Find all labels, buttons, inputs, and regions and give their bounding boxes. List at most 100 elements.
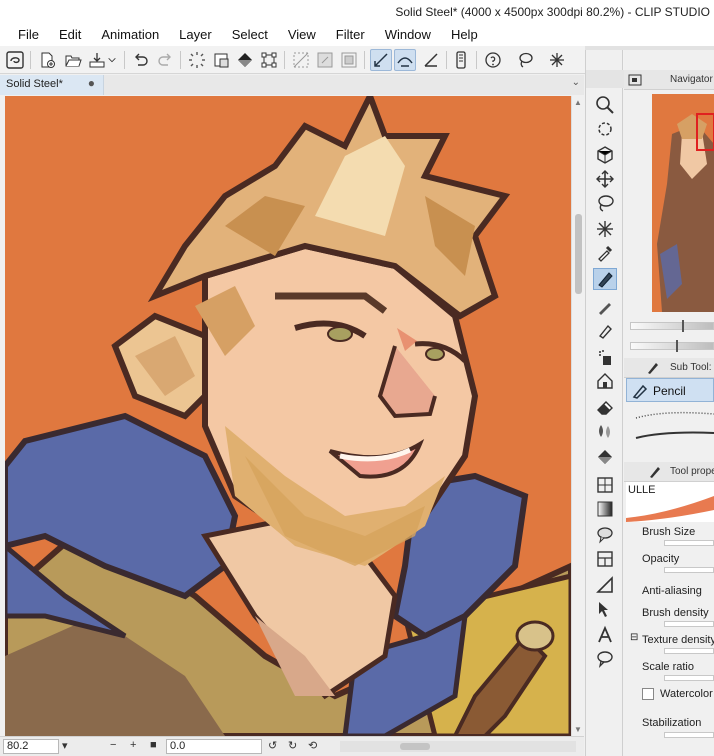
zoom-out-icon[interactable]: − bbox=[110, 739, 116, 751]
watercolor-checkbox[interactable] bbox=[642, 688, 654, 700]
menu-animation[interactable]: Animation bbox=[91, 24, 169, 46]
opacity-slider[interactable] bbox=[664, 567, 714, 573]
fill-selection-icon[interactable] bbox=[338, 49, 360, 71]
menu-edit[interactable]: Edit bbox=[49, 24, 91, 46]
text-tool-icon[interactable] bbox=[593, 624, 617, 646]
zoom-in-icon[interactable]: + bbox=[130, 739, 136, 751]
fill-tool-icon[interactable] bbox=[593, 446, 617, 468]
deselect-icon[interactable] bbox=[186, 49, 208, 71]
speech-balloon-tool-icon[interactable] bbox=[593, 648, 617, 670]
navigator-preview[interactable] bbox=[652, 94, 714, 312]
undo-icon[interactable] bbox=[130, 49, 152, 71]
scroll-down-icon[interactable]: ▼ bbox=[574, 725, 582, 734]
menu-filter[interactable]: Filter bbox=[326, 24, 375, 46]
scale-ratio-label: Scale ratio bbox=[642, 661, 694, 673]
lasso-icon[interactable] bbox=[514, 49, 536, 71]
navigator-rotate-knob[interactable] bbox=[676, 340, 678, 352]
subtool-pencil-item[interactable]: Pencil bbox=[626, 378, 714, 402]
canvas-status-bar: 80.2 ▾ − + ■ 0.0 ↺ ↻ ⟲ bbox=[0, 736, 584, 756]
drawing-canvas[interactable] bbox=[5, 96, 571, 736]
ruler-icon[interactable] bbox=[420, 49, 442, 71]
reset-rotation-icon[interactable]: ⟲ bbox=[308, 739, 317, 752]
canvas-horizontal-scrollbar[interactable] bbox=[340, 741, 576, 752]
rotation-field[interactable]: 0.0 bbox=[166, 739, 262, 754]
save-dropdown-chevron-icon[interactable] bbox=[106, 49, 118, 71]
clear-outside-icon[interactable] bbox=[314, 49, 336, 71]
blend-tool-icon[interactable] bbox=[593, 420, 617, 442]
scale-ratio-slider[interactable] bbox=[664, 675, 714, 681]
texture-density-label: Texture density bbox=[642, 634, 714, 646]
pen-tool-icon[interactable] bbox=[593, 268, 617, 290]
tool-property-icon bbox=[650, 467, 660, 478]
brush-size-slider[interactable] bbox=[664, 540, 714, 546]
transform-icon[interactable] bbox=[258, 49, 280, 71]
texture-toggle-icon[interactable]: ⊟ bbox=[630, 632, 638, 643]
window-title: Solid Steel* (4000 x 4500px 300dpi 80.2%… bbox=[395, 5, 710, 19]
clip-studio-window: Solid Steel* (4000 x 4500px 300dpi 80.2%… bbox=[0, 0, 714, 756]
help-icon[interactable] bbox=[482, 49, 504, 71]
navigator-rotate-slider[interactable] bbox=[630, 342, 714, 350]
brush-preview: ULLE bbox=[626, 482, 714, 522]
subtool-stroke-preview-2 bbox=[635, 431, 714, 439]
figure-tool-icon[interactable] bbox=[593, 498, 617, 520]
horizontal-scroll-thumb[interactable] bbox=[400, 743, 430, 750]
fill-icon[interactable] bbox=[234, 49, 256, 71]
scroll-up-icon[interactable]: ▲ bbox=[574, 98, 582, 107]
rotate-right-icon[interactable]: ↻ bbox=[288, 739, 297, 752]
fit-icon[interactable]: ■ bbox=[150, 739, 157, 751]
ruler-tool-icon[interactable] bbox=[593, 574, 617, 596]
airbrush-tool-icon[interactable] bbox=[593, 346, 617, 368]
menu-select[interactable]: Select bbox=[222, 24, 278, 46]
texture-density-slider[interactable] bbox=[664, 648, 714, 654]
menu-file[interactable]: File bbox=[8, 24, 49, 46]
navigator-zoom-slider[interactable] bbox=[630, 322, 714, 330]
clear-icon[interactable] bbox=[210, 49, 232, 71]
smartphone-icon[interactable] bbox=[450, 49, 472, 71]
operation-tool-icon[interactable] bbox=[593, 598, 617, 620]
menu-layer[interactable]: Layer bbox=[169, 24, 222, 46]
zoom-slider-icon[interactable]: ▾ bbox=[62, 739, 68, 752]
document-tab[interactable]: Solid Steel* ● bbox=[0, 75, 104, 95]
save-icon[interactable] bbox=[86, 49, 108, 71]
sparkle-icon[interactable] bbox=[546, 49, 568, 71]
zoom-field[interactable]: 80.2 bbox=[3, 739, 59, 754]
stabilize-icon[interactable] bbox=[370, 49, 392, 71]
subtool-panel-header: Sub Tool: bbox=[624, 358, 714, 378]
tab-list-chevron-icon[interactable]: ⌄ bbox=[572, 77, 580, 88]
tool-property-title: Tool prope bbox=[670, 466, 714, 477]
stabilization-slider[interactable] bbox=[664, 732, 714, 738]
right-panel-dock: Navigator Sub Tool: Pencil Tool prope UL… bbox=[624, 50, 714, 756]
vertical-scroll-thumb[interactable] bbox=[575, 214, 582, 294]
eyedropper-tool-icon[interactable] bbox=[593, 242, 617, 264]
pencil-tool-icon[interactable] bbox=[593, 296, 617, 318]
zoom-tool-icon[interactable] bbox=[593, 94, 617, 116]
move-tool-icon[interactable] bbox=[593, 168, 617, 190]
frame-tool-icon[interactable] bbox=[593, 548, 617, 570]
artwork bbox=[5, 96, 571, 736]
brush-density-slider[interactable] bbox=[664, 621, 714, 627]
new-file-icon[interactable] bbox=[36, 49, 58, 71]
line-icon[interactable] bbox=[394, 49, 416, 71]
eraser-tool-icon[interactable] bbox=[593, 396, 617, 418]
redo-icon[interactable] bbox=[154, 49, 176, 71]
decoration-tool-icon[interactable] bbox=[593, 370, 617, 392]
brush-stroke-preview bbox=[626, 496, 714, 522]
rotate-left-icon[interactable]: ↺ bbox=[268, 739, 277, 752]
brush-tool-icon[interactable] bbox=[593, 320, 617, 342]
lasso-tool-icon[interactable] bbox=[593, 192, 617, 214]
hide-selection-icon[interactable] bbox=[290, 49, 312, 71]
navigator-zoom-knob[interactable] bbox=[682, 320, 684, 332]
balloon-tool-icon[interactable] bbox=[593, 524, 617, 546]
gradient-tool-icon[interactable] bbox=[593, 474, 617, 496]
3d-object-tool-icon[interactable] bbox=[593, 144, 617, 166]
document-tab-strip: Solid Steel* ● ⌄ bbox=[0, 75, 584, 95]
menu-window[interactable]: Window bbox=[375, 24, 441, 46]
menu-view[interactable]: View bbox=[278, 24, 326, 46]
app-logo-icon[interactable] bbox=[4, 49, 26, 71]
menu-help[interactable]: Help bbox=[441, 24, 488, 46]
open-file-icon[interactable] bbox=[62, 49, 84, 71]
canvas-vertical-scrollbar[interactable]: ▲ ▼ bbox=[571, 96, 584, 736]
rotate-tool-icon[interactable] bbox=[593, 118, 617, 140]
auto-select-tool-icon[interactable] bbox=[593, 218, 617, 240]
subtool-selected-label: Pencil bbox=[653, 384, 686, 398]
